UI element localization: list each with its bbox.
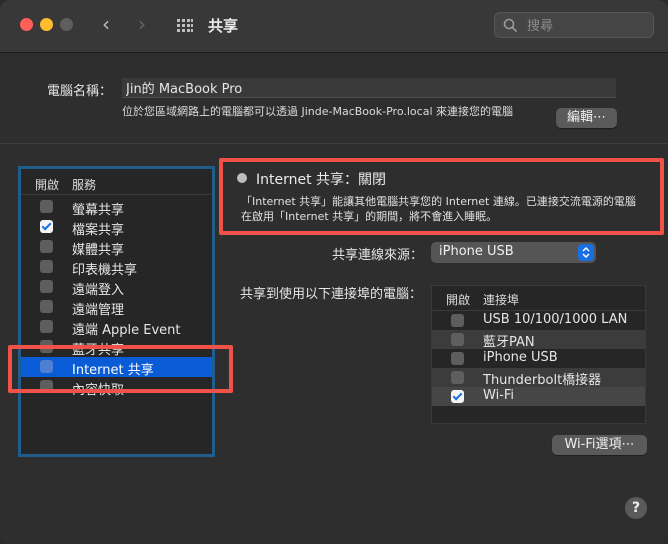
section-divider	[0, 143, 668, 144]
service-label: 檔案共享	[72, 223, 125, 238]
service-label: 遠端登入	[72, 283, 125, 298]
ports-list-header: 開啟 連接埠	[432, 286, 645, 311]
port-label: Thunderbolt橋接器	[483, 373, 602, 388]
close-window-button[interactable]	[20, 18, 33, 31]
service-row-file-sharing[interactable]: 檔案共享	[21, 217, 212, 238]
service-label: 印表機共享	[72, 263, 138, 278]
port-row-wifi[interactable]: Wi-Fi	[432, 387, 645, 406]
service-label: Internet 共享	[72, 363, 154, 378]
checkbox[interactable]	[40, 300, 53, 313]
port-row-usb-lan[interactable]: USB 10/100/1000 LAN	[432, 311, 645, 330]
service-label: 媒體共享	[72, 243, 125, 258]
service-list-header: 開啟 服務	[21, 172, 212, 195]
source-select[interactable]: iPhone USB	[431, 242, 596, 263]
service-row-media-sharing[interactable]: 媒體共享	[21, 237, 212, 258]
port-row-bluetooth-pan[interactable]: 藍牙PAN	[432, 330, 645, 350]
service-label: 內容快取	[72, 383, 125, 398]
service-label: 遠端 Apple Event	[72, 323, 181, 338]
status-indicator-dot	[237, 173, 247, 183]
checkbox[interactable]	[451, 352, 464, 365]
local-address-note: 位於您區域網路上的電腦都可以透過 Jinde-MacBook-Pro.local…	[122, 105, 513, 118]
edit-button[interactable]: 編輯⋯	[556, 108, 617, 128]
port-label: 藍牙PAN	[483, 335, 535, 350]
help-button[interactable]: ?	[625, 497, 647, 519]
source-label: 共享連線來源：	[332, 248, 424, 263]
checkbox[interactable]	[40, 380, 53, 393]
title-bar: ‹ › 共享	[0, 0, 668, 53]
checkbox[interactable]	[40, 340, 53, 353]
search-field[interactable]	[494, 12, 654, 38]
checkbox[interactable]	[40, 200, 53, 213]
back-chevron-icon[interactable]: ‹	[102, 14, 110, 34]
computer-name-field[interactable]	[122, 78, 616, 98]
checkbox[interactable]	[40, 260, 53, 273]
checkbox-checked[interactable]	[40, 220, 53, 233]
service-row-internet-sharing[interactable]: Internet 共享	[21, 357, 212, 378]
service-row-remote-login[interactable]: 遠端登入	[21, 277, 212, 298]
service-row-remote-apple-event[interactable]: 遠端 Apple Event	[21, 317, 212, 338]
port-label: USB 10/100/1000 LAN	[483, 312, 628, 327]
checkbox[interactable]	[40, 280, 53, 293]
window-title: 共享	[208, 17, 239, 35]
checkbox[interactable]	[40, 240, 53, 253]
service-label: 螢幕共享	[72, 203, 125, 218]
computer-name-label: 電腦名稱：	[47, 84, 113, 99]
service-row-content-caching[interactable]: 內容快取	[21, 377, 212, 398]
internet-sharing-status: Internet 共享：關閉	[256, 172, 387, 188]
service-label: 藍牙共享	[72, 343, 125, 358]
column-on-header: 開啟	[446, 293, 471, 307]
forward-chevron-icon[interactable]: ›	[138, 14, 146, 34]
ports-label: 共享到使用以下連接埠的電腦：	[240, 287, 423, 302]
checkbox[interactable]	[40, 320, 53, 333]
system-preferences-window: ‹ › 共享 電腦名稱： 位於您區域網路上的電腦都可以透過 Jinde-MacB…	[0, 0, 668, 544]
minimize-window-button[interactable]	[40, 18, 53, 31]
checkbox[interactable]	[40, 360, 53, 373]
checkbox[interactable]	[451, 314, 464, 327]
port-label: Wi-Fi	[483, 388, 515, 403]
wifi-options-button[interactable]: Wi-Fi選項⋯	[552, 435, 647, 455]
show-all-grid-icon[interactable]	[176, 17, 194, 35]
service-label: 遠端管理	[72, 303, 125, 318]
column-port-header: 連接埠	[483, 293, 520, 307]
service-row-screen-sharing[interactable]: 螢幕共享	[21, 197, 212, 218]
service-row-bluetooth-sharing[interactable]: 藍牙共享	[21, 337, 212, 358]
checkbox[interactable]	[451, 371, 464, 384]
port-row-iphone-usb[interactable]: iPhone USB	[432, 349, 645, 368]
port-row-thunderbolt-bridge[interactable]: Thunderbolt橋接器	[432, 368, 645, 388]
column-service-header: 服務	[72, 178, 97, 192]
checkbox-checked[interactable]	[451, 390, 464, 403]
checkbox[interactable]	[451, 333, 464, 346]
zoom-window-button[interactable]	[60, 18, 73, 31]
source-select-value: iPhone USB	[439, 244, 514, 259]
search-icon	[503, 18, 518, 33]
updown-arrows-icon	[578, 244, 594, 261]
search-input[interactable]	[525, 15, 649, 37]
column-on-header: 開啟	[35, 178, 60, 192]
internet-sharing-description: 「Internet 共享」能讓其他電腦共享您的 Internet 連線。已連接交…	[241, 195, 636, 223]
port-label: iPhone USB	[483, 350, 558, 365]
service-row-printer-sharing[interactable]: 印表機共享	[21, 257, 212, 278]
service-row-remote-management[interactable]: 遠端管理	[21, 297, 212, 318]
